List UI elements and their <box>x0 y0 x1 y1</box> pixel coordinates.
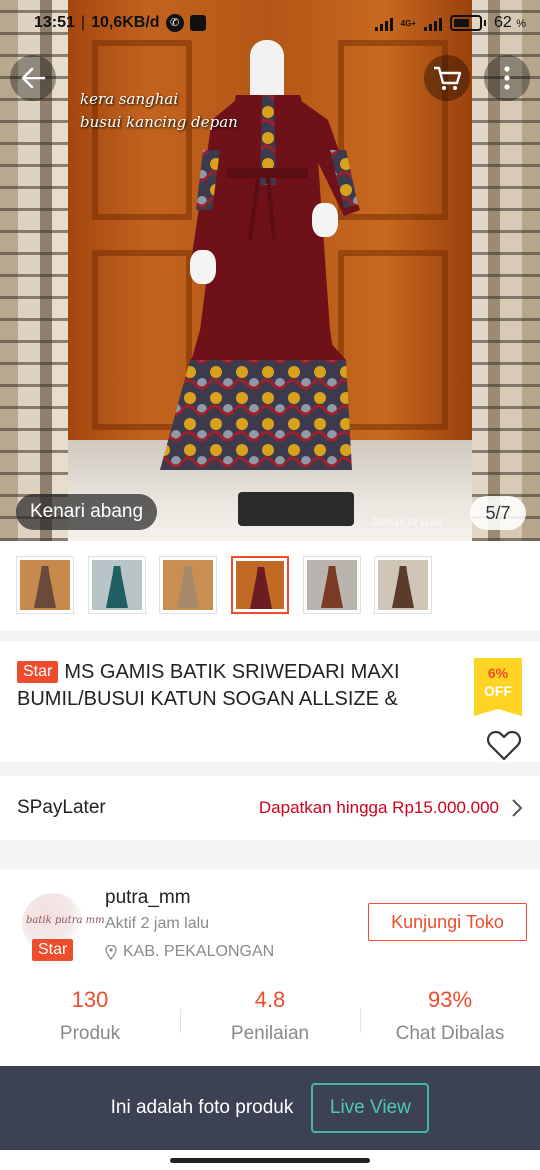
shop-name[interactable]: putra_mm <box>105 887 191 909</box>
star-seller-badge: Star <box>17 661 59 683</box>
status-time: 13:51 <box>34 14 75 31</box>
status-net-speed: 10,6KB/d <box>91 14 160 31</box>
mannequin-stand <box>238 492 354 526</box>
visit-shop-button[interactable]: Kunjungi Toko <box>368 903 527 941</box>
section-divider <box>0 840 540 869</box>
whatsapp-icon: ✆ <box>165 14 184 32</box>
more-vertical-icon <box>504 66 510 90</box>
thumbnail-5[interactable] <box>303 556 361 614</box>
watermark-line2: busui kancing depan <box>80 113 238 131</box>
shop-logo-text: batik putra mm <box>26 915 105 926</box>
spaylater-promo: Dapatkan hingga Rp15.000.000 <box>258 798 499 817</box>
status-bar: 13:51 | 10,6KB/d ✆ 4G+ 62 % <box>34 14 526 32</box>
image-counter: 5/7 <box>470 496 526 530</box>
thumbnail-6[interactable] <box>374 556 432 614</box>
mannequin-hand-right <box>312 203 338 237</box>
thumbnail-strip <box>0 541 540 630</box>
stat-chat-reply[interactable]: 93% Chat Dibalas <box>360 987 540 1045</box>
thumbnail-3[interactable] <box>159 556 217 614</box>
thumbnail-1[interactable] <box>16 556 74 614</box>
product-title-text: MS GAMIS BATIK SRIWEDARI MAXI BUMIL/BUSU… <box>17 661 400 710</box>
signal-icon-2 <box>423 15 442 31</box>
cart-icon <box>434 66 462 90</box>
discount-percent: 6% <box>487 665 509 681</box>
shop-star-badge: Star <box>32 939 74 961</box>
location-pin-icon <box>105 944 117 960</box>
product-photo-notice: Ini adalah foto produk <box>110 1097 294 1118</box>
arrow-left-icon <box>21 67 46 89</box>
model-variant-label[interactable]: Kenari abang <box>16 494 158 530</box>
spaylater-label: SPayLater <box>17 797 106 818</box>
stat-rating[interactable]: 4.8 Penilaian <box>180 987 360 1045</box>
upload-icon <box>189 15 206 31</box>
mannequin-hand-left <box>190 250 216 284</box>
photo-date-stamp: 2020.10.19 11:46 <box>372 517 442 527</box>
system-nav-area <box>0 1150 540 1170</box>
spaylater-row[interactable]: SPayLater Dapatkan hingga Rp15.000.000 <box>0 776 540 840</box>
discount-badge: 6% OFF <box>474 658 522 716</box>
stat-chat-value: 93% <box>427 987 473 1012</box>
shop-location-text: KAB. PEKALONGAN <box>123 943 275 960</box>
stat-chat-label: Chat Dibalas <box>395 1023 505 1044</box>
cart-button[interactable] <box>424 55 470 101</box>
shop-location: KAB. PEKALONGAN <box>105 943 274 961</box>
stat-rating-value: 4.8 <box>254 987 286 1012</box>
section-divider <box>0 630 540 642</box>
more-options-button[interactable] <box>484 55 530 101</box>
thumbnail-2[interactable] <box>88 556 146 614</box>
image-watermark: kera sanghai busui kancing depan <box>80 88 238 134</box>
signal-icon <box>374 15 393 31</box>
section-divider <box>0 762 540 776</box>
product-title: Star MS GAMIS BATIK SRIWEDARI MAXI BUMIL/… <box>17 659 447 713</box>
watermark-line1: kera sanghai <box>80 90 179 108</box>
battery-icon <box>449 15 482 31</box>
thumbnail-4-active[interactable] <box>231 556 289 614</box>
shop-active-status: Aktif 2 jam lalu <box>105 915 210 932</box>
stat-products-label: Produk <box>59 1023 121 1044</box>
stat-products-value: 130 <box>71 987 109 1012</box>
stat-rating-label: Penilaian <box>230 1023 310 1044</box>
live-view-button[interactable]: Live View <box>311 1083 430 1133</box>
product-title-section: Star MS GAMIS BATIK SRIWEDARI MAXI BUMIL/… <box>0 642 540 762</box>
heart-outline-icon[interactable] <box>486 730 522 762</box>
stat-products[interactable]: 130 Produk <box>0 987 180 1045</box>
discount-off-label: OFF <box>484 683 512 699</box>
battery-percent: 62 % <box>493 14 526 31</box>
shop-section: batik putra mm Star putra_mm Aktif 2 jam… <box>0 869 540 1065</box>
network-type: 4G+ <box>400 18 416 28</box>
live-view-bar: Ini adalah foto produk Live View <box>0 1066 540 1150</box>
home-indicator[interactable] <box>170 1158 370 1163</box>
back-button[interactable] <box>10 55 56 101</box>
chevron-right-icon <box>512 799 523 817</box>
